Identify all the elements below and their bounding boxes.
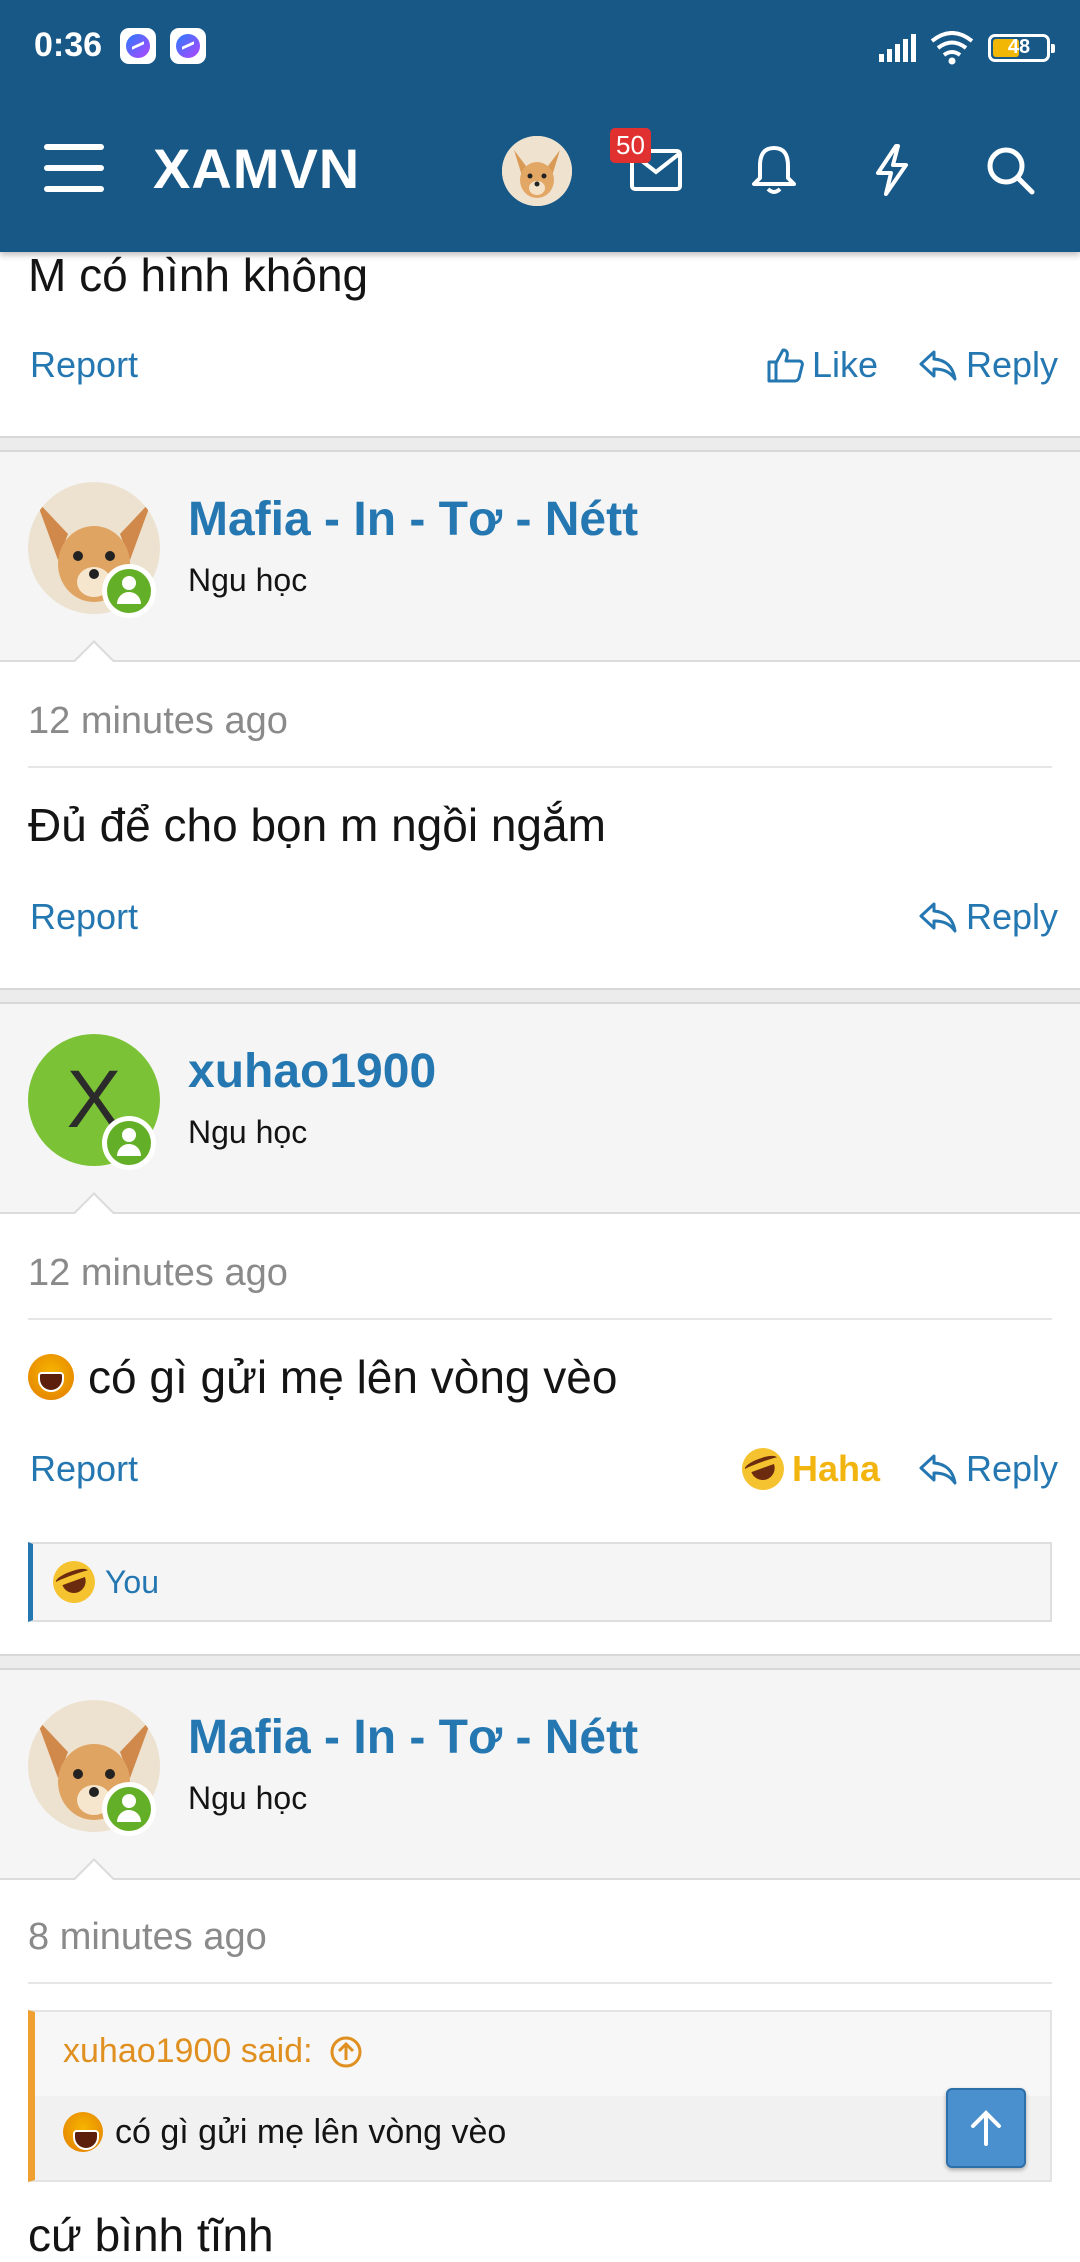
messenger-icon (120, 28, 156, 64)
haha-reaction-button[interactable]: Haha (736, 1442, 881, 1496)
post-actions: Report Haha Reply (0, 1442, 1080, 1508)
like-label: Like (812, 344, 879, 385)
post-divider (0, 436, 1080, 452)
reply-label: Reply (966, 1448, 1059, 1489)
username[interactable]: xuhao1900 (188, 1044, 436, 1099)
post-message: Đủ để cho bọn m ngồi ngắm (28, 799, 606, 851)
report-button[interactable]: Report (30, 1448, 138, 1490)
user-title: Ngu học (188, 1114, 308, 1150)
post-actions: Report Like Reply (0, 344, 1080, 404)
reply-button[interactable]: Reply (918, 896, 1058, 938)
reply-label: Reply (966, 896, 1059, 937)
reply-button[interactable]: Reply (918, 1448, 1058, 1490)
post-user-block: Mafia - In - Tơ - Nétt Ngu học (0, 1670, 1080, 1881)
laughing-emoji-icon (47, 1555, 101, 1609)
post-user-block: X xuhao1900 Ngu học (0, 1004, 1080, 1215)
post-actions: Report Reply (0, 896, 1080, 956)
post-divider (0, 1654, 1080, 1670)
reacted-by: You (105, 1563, 159, 1600)
menu-icon[interactable] (44, 144, 104, 192)
reply-icon (919, 902, 957, 933)
report-label: Report (30, 896, 139, 937)
pointer-caret (72, 1858, 116, 1881)
reply-icon (919, 1454, 957, 1485)
quote-text-content: có gì gửi mẹ lên vòng vèo (115, 2112, 507, 2151)
reaction-label: Haha (792, 1448, 881, 1489)
post-message: cứ bình tĩnh (28, 2209, 274, 2261)
thumbs-up-icon (767, 348, 804, 383)
online-status-icon (102, 564, 156, 618)
quote-text: có gì gửi mẹ lên vòng vèo (63, 2112, 506, 2152)
reply-button[interactable]: Reply (918, 344, 1058, 386)
battery-icon: 48 (988, 34, 1055, 62)
user-title: Ngu học (188, 562, 308, 598)
messenger-icon (170, 28, 206, 64)
battery-level: 48 (1007, 36, 1031, 58)
post-user-block: Mafia - In - Tơ - Nétt Ngu học (0, 452, 1080, 663)
separator (28, 1318, 1052, 1320)
report-button[interactable]: Report (30, 344, 138, 386)
arrow-up-circle-icon (330, 2036, 362, 2067)
online-status-icon (102, 1782, 156, 1836)
top-bar: 0:36 48 XAMVN 50 (0, 0, 1080, 252)
pointer-caret (72, 640, 116, 663)
post-time[interactable]: 12 minutes ago (28, 1252, 288, 1295)
status-time: 0:36 (34, 26, 103, 64)
site-logo[interactable]: XAMVN (153, 136, 360, 201)
scroll-to-top-button[interactable] (946, 2088, 1026, 2168)
inbox-badge: 50 (610, 128, 651, 163)
post-message: M có hình không (28, 249, 369, 301)
report-label: Report (30, 1448, 139, 1489)
report-button[interactable]: Report (30, 896, 138, 938)
screaming-emoji-icon (63, 2112, 103, 2152)
quote-author: xuhao1900 said: (63, 2032, 313, 2070)
reply-icon (919, 350, 957, 381)
post-message-text: có gì gửi mẹ lên vòng vèo (88, 1351, 618, 1403)
username[interactable]: Mafia - In - Tơ - Nétt (188, 1710, 638, 1765)
post-divider (0, 988, 1080, 1004)
username[interactable]: Mafia - In - Tơ - Nétt (188, 492, 638, 547)
like-button[interactable]: Like (766, 344, 878, 386)
online-status-icon (102, 1116, 156, 1170)
pointer-caret (72, 1192, 116, 1215)
post-time[interactable]: 12 minutes ago (28, 700, 288, 743)
quote-author-link[interactable]: xuhao1900 said: (63, 2032, 363, 2071)
separator (28, 1982, 1052, 1984)
screaming-emoji-icon (28, 1354, 74, 1400)
post-time[interactable]: 8 minutes ago (28, 1916, 267, 1959)
reactions-bar[interactable]: You (28, 1542, 1052, 1622)
wifi-icon (930, 31, 974, 65)
report-label: Report (30, 344, 139, 385)
search-icon[interactable] (978, 138, 1042, 202)
arrow-up-icon (971, 2110, 1001, 2146)
post-message: có gì gửi mẹ lên vòng vèo (28, 1350, 617, 1404)
reply-label: Reply (966, 344, 1059, 385)
user-title: Ngu học (188, 1780, 308, 1816)
account-avatar[interactable] (502, 136, 572, 206)
quote-block: xuhao1900 said: có gì gửi mẹ lên vòng vè… (28, 2010, 1052, 2182)
lightning-icon[interactable] (860, 138, 924, 202)
separator (28, 766, 1052, 768)
signal-icon (879, 34, 916, 62)
status-icons: 48 (879, 28, 1055, 68)
bell-icon[interactable] (742, 138, 806, 202)
laughing-emoji-icon (736, 1442, 790, 1496)
